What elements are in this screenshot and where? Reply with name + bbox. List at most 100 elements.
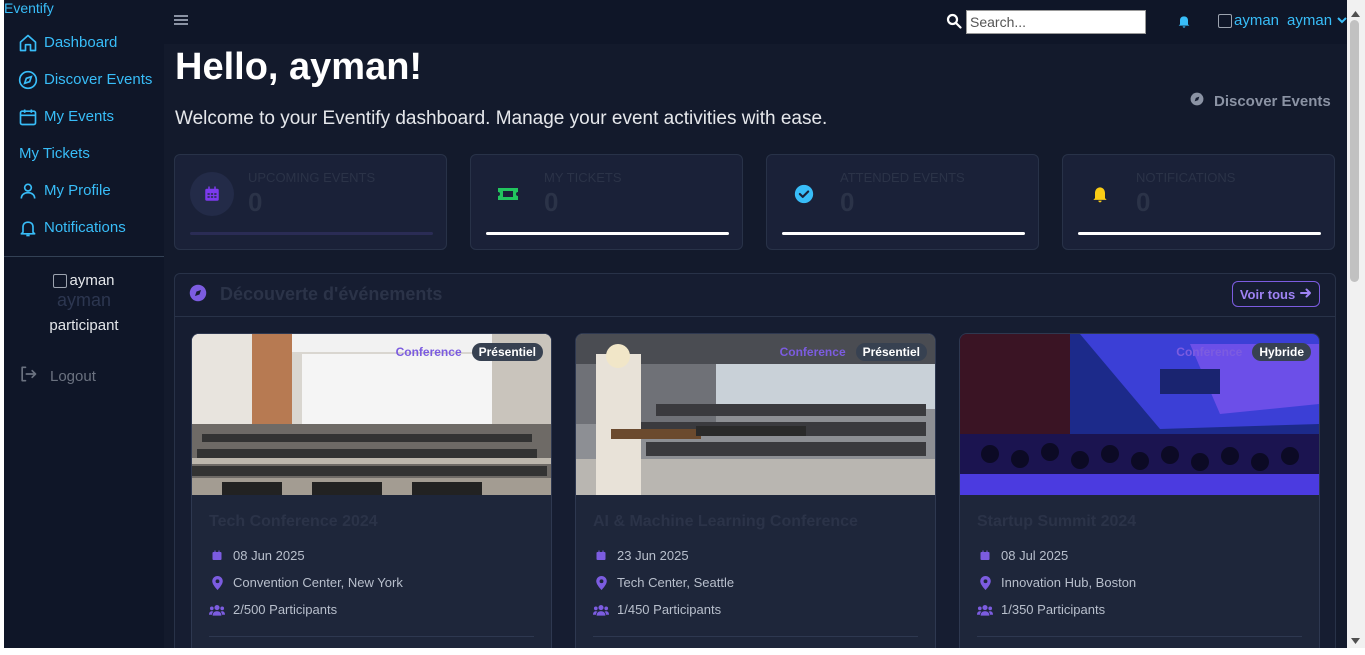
sidebar-divider [4,256,164,257]
card-divider [593,636,918,637]
sidebar: Eventify Dashboard Discover Events My Ev… [4,0,164,648]
event-location: Innovation Hub, Boston [977,575,1136,590]
arrow-right-icon [1300,287,1312,302]
chevron-down-icon [1337,12,1347,29]
stat-label: Attended Events [840,170,965,185]
bell-icon [18,218,38,238]
event-date-text: 23 Jun 2025 [617,548,689,563]
event-participants: 1/450 Participants [593,602,721,617]
discovery-header: Découverte d'événements Voir tous [175,274,1335,317]
app-window: Eventify Dashboard Discover Events My Ev… [4,0,1347,648]
stat-card-my-tickets: My Tickets 0 [470,154,743,250]
event-participants-text: 1/350 Participants [1001,602,1106,617]
stat-progress-bar [782,232,1025,235]
event-location-text: Convention Center, New York [233,575,403,590]
event-date-text: 08 Jul 2025 [1001,548,1069,563]
event-mode-badge: Présentiel [471,343,543,361]
event-badges: Conference Hybride [1172,343,1311,361]
event-location-text: Innovation Hub, Boston [1001,575,1137,590]
compass-icon [18,70,38,90]
stat-label: My Tickets [544,170,622,185]
logout-label: Logout [50,367,96,385]
sidebar-item-my-profile[interactable]: My Profile [4,172,164,209]
sidebar-item-label: Discover Events [44,71,153,88]
event-card[interactable]: Conference Présentiel AI & Machine Learn… [575,333,936,648]
event-card[interactable]: Conference Présentiel Tech Conference 20… [191,333,552,648]
top-bar: ayman ayman [164,0,1347,44]
avatar: ayman [4,272,164,289]
compass-icon [189,284,207,307]
sidebar-item-label: Dashboard [44,34,118,51]
event-badges: Conference Présentiel [776,343,927,361]
vertical-scrollbar[interactable] [1347,0,1365,648]
stat-value: 0 [248,187,263,217]
discovery-title: Découverte d'événements [220,284,443,304]
event-title: Tech Conference 2024 [209,513,378,530]
sidebar-item-my-tickets[interactable]: My Tickets [4,135,164,172]
event-date: 08 Jun 2025 [209,548,305,563]
card-divider [977,636,1302,637]
sidebar-user: ayman ayman participant [4,272,164,334]
calendar-icon [190,172,234,216]
check-circle-icon [782,172,826,216]
see-all-label: Voir tous [1239,286,1296,302]
see-all-button[interactable]: Voir tous [1232,281,1320,307]
sidebar-item-notifications[interactable]: Notifications [4,209,164,246]
broken-image-icon [53,274,68,289]
event-type-badge: Conference [395,345,462,359]
discover-events-button[interactable]: Discover Events [1190,92,1331,110]
stat-value: 0 [544,187,559,217]
sidebar-item-my-events[interactable]: My Events [4,98,164,135]
welcome-text: Welcome to your Eventify dashboard. Mana… [175,108,828,129]
calendar-icon [977,549,993,562]
stat-label: Upcoming Events [248,170,376,185]
sidebar-item-discover-events[interactable]: Discover Events [4,61,164,98]
user-menu[interactable]: ayman ayman [1218,12,1347,29]
scrollbar-thumb[interactable] [1350,20,1359,282]
brand-logo[interactable]: Eventify [4,0,54,16]
map-pin-icon [209,575,225,590]
calendar-icon [209,549,225,562]
card-divider [209,636,534,637]
event-participants: 2/500 Participants [209,602,337,617]
event-participants: 1/350 Participants [977,602,1105,617]
home-icon [18,33,38,53]
stat-progress-bar [190,232,433,235]
stat-progress-bar [1078,232,1321,235]
notifications-bell-icon[interactable] [1176,13,1192,34]
calendar-icon [593,549,609,562]
sidebar-item-dashboard[interactable]: Dashboard [4,24,164,61]
event-card[interactable]: Conference Hybride Startup Summit 2024 0… [959,333,1320,648]
logout-icon [18,364,38,388]
stat-value: 0 [1136,187,1151,217]
user-name: ayman [1287,12,1333,29]
search-icon [946,13,962,34]
sidebar-item-label: Notifications [44,219,126,236]
event-mode-badge: Présentiel [855,343,927,361]
search-input[interactable] [966,10,1146,34]
sidebar-item-label: My Profile [44,182,111,199]
avatar-alt-text: ayman [69,272,115,289]
broken-image-icon [1218,13,1232,28]
compass-icon [1190,92,1204,110]
event-mode-badge: Hybride [1252,343,1311,361]
event-date-text: 08 Jun 2025 [233,548,305,563]
scroll-down-arrow-icon[interactable] [1351,631,1360,649]
event-badges: Conference Présentiel [392,343,543,361]
event-location-text: Tech Center, Seattle [617,575,735,590]
users-icon [977,604,993,616]
user-icon [18,181,38,201]
users-icon [593,604,609,616]
event-discovery-panel: Découverte d'événements Voir tous Confer… [174,273,1336,648]
stat-card-upcoming-events: Upcoming Events 0 [174,154,447,250]
sidebar-item-label: My Tickets [19,145,90,162]
sidebar-user-name: ayman [56,290,112,310]
event-type-badge: Conference [779,345,846,359]
event-title: AI & Machine Learning Conference [593,513,858,530]
event-type-badge: Conference [1176,345,1243,359]
bell-icon [1078,172,1122,216]
stat-card-notifications: Notifications 0 [1062,154,1335,250]
ticket-icon [486,172,530,216]
menu-toggle-icon[interactable] [174,13,188,32]
logout-button[interactable]: Logout [18,364,96,388]
